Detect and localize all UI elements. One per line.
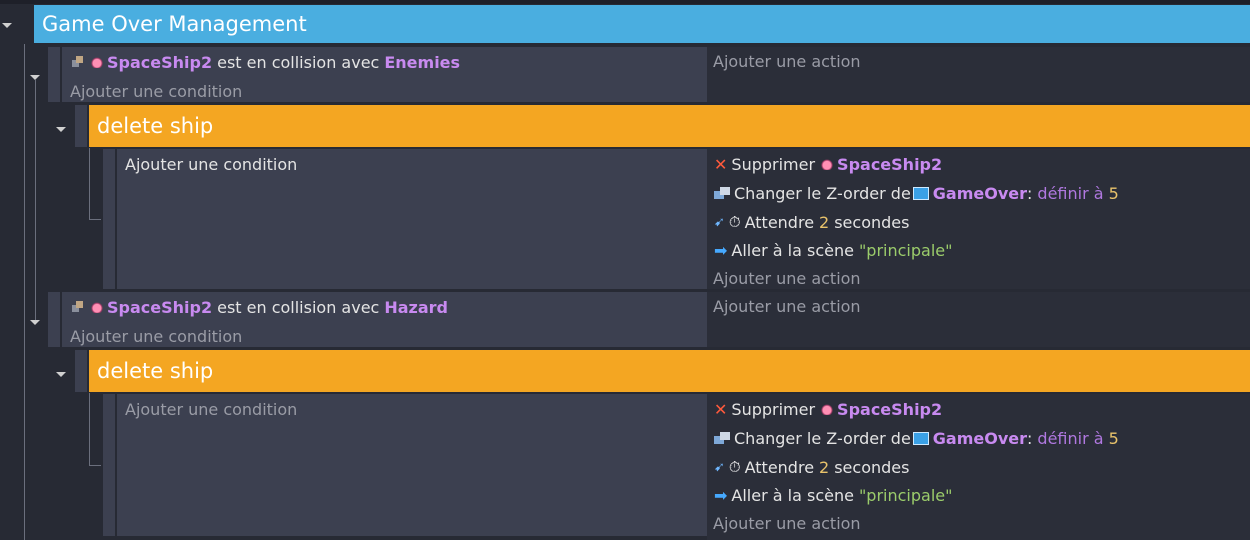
- zorder-icon: [714, 187, 730, 199]
- action-text: Changer le Z-order de: [734, 183, 911, 203]
- condition-text: est en collision avec: [217, 297, 380, 317]
- colon-text: :: [1027, 183, 1033, 203]
- add-condition-link[interactable]: Ajouter une condition: [125, 398, 297, 420]
- collapse-arrow-icon[interactable]: [2, 23, 12, 28]
- condition-collision[interactable]: SpaceShip2 est en collision avec Enemies: [72, 51, 460, 73]
- add-condition-link[interactable]: Ajouter une condition: [70, 80, 242, 102]
- action-text: Aller à la scène: [731, 485, 854, 505]
- wait-icon: ➹: [714, 459, 725, 475]
- param-value: "principale": [858, 485, 953, 505]
- target-name: Enemies: [384, 52, 461, 72]
- param-value: 5: [1108, 428, 1119, 448]
- zorder-icon: [714, 432, 730, 444]
- subevent-drag-handle[interactable]: [103, 394, 115, 536]
- condition-collision[interactable]: SpaceShip2 est en collision avec Hazard: [72, 296, 448, 318]
- spaceship-icon: [90, 301, 104, 313]
- top-strip: [0, 0, 1250, 4]
- add-condition-link[interactable]: Ajouter une condition: [125, 153, 297, 175]
- unit-text: secondes: [834, 457, 910, 477]
- subevent-drag-handle[interactable]: [75, 350, 87, 392]
- tree-guide-line: [89, 465, 101, 466]
- timer-icon: ⏱: [728, 213, 741, 231]
- add-action-link[interactable]: Ajouter une action: [713, 50, 861, 72]
- action-wait[interactable]: ➹ ⏱ Attendre 2 secondes: [714, 211, 909, 233]
- subevent-title: delete ship: [97, 359, 214, 383]
- action-text: Supprimer: [731, 154, 816, 174]
- param-value: "principale": [858, 240, 953, 260]
- unit-text: secondes: [834, 212, 910, 232]
- spaceship-icon: [820, 158, 835, 170]
- colon-text: :: [1027, 428, 1033, 448]
- add-action-link[interactable]: Ajouter une action: [713, 267, 861, 289]
- event-conditions-panel[interactable]: SpaceShip2 est en collision avec Enemies…: [62, 47, 707, 102]
- collapse-arrow-icon[interactable]: [56, 372, 66, 377]
- event-conditions-panel[interactable]: SpaceShip2 est en collision avec Hazard …: [62, 292, 707, 347]
- scene-icon: ➡: [714, 240, 728, 260]
- action-text: Attendre: [744, 212, 815, 232]
- object-name: GameOver: [932, 183, 1028, 203]
- object-name: SpaceShip2: [837, 399, 943, 419]
- collapse-arrow-icon[interactable]: [30, 75, 40, 80]
- event-drag-handle[interactable]: [48, 292, 60, 347]
- event-actions-panel[interactable]: Ajouter une action: [707, 292, 1250, 347]
- action-text: Changer le Z-order de: [734, 428, 911, 448]
- action-text: Aller à la scène: [731, 240, 854, 260]
- action-text: Attendre: [744, 457, 815, 477]
- object-name: SpaceShip2: [837, 154, 943, 174]
- param-text: définir à: [1037, 428, 1104, 448]
- event-actions-panel[interactable]: Ajouter une action: [707, 47, 1250, 102]
- target-name: Hazard: [384, 297, 448, 317]
- subevent-drag-handle[interactable]: [103, 149, 115, 289]
- tree-guide-line: [35, 80, 36, 324]
- add-condition-link[interactable]: Ajouter une condition: [70, 325, 242, 347]
- gameover-object-icon: [912, 431, 929, 445]
- action-wait[interactable]: ➹ ⏱ Attendre 2 secondes: [714, 456, 909, 478]
- tree-guide-line: [89, 393, 90, 465]
- object-name: SpaceShip2: [107, 52, 213, 72]
- param-value: 2: [819, 457, 830, 477]
- param-value: 5: [1108, 183, 1119, 203]
- collapse-arrow-icon[interactable]: [30, 320, 40, 325]
- subevent-header[interactable]: delete ship: [89, 105, 1250, 147]
- collapse-arrow-icon[interactable]: [56, 127, 66, 132]
- param-value: 2: [819, 212, 830, 232]
- subevent-conditions-panel[interactable]: Ajouter une condition: [117, 149, 707, 289]
- tree-guide-line: [89, 219, 101, 220]
- subevent-actions-panel[interactable]: ✕ Supprimer SpaceShip2 Changer le Z-orde…: [707, 149, 1250, 289]
- scene-icon: ➡: [714, 485, 728, 505]
- add-action-link[interactable]: Ajouter une action: [713, 512, 861, 534]
- timer-icon: ⏱: [728, 458, 741, 476]
- add-action-link[interactable]: Ajouter une action: [713, 295, 861, 317]
- param-text: définir à: [1037, 183, 1104, 203]
- tree-guide-line: [89, 148, 90, 220]
- object-name: GameOver: [932, 428, 1028, 448]
- gameover-object-icon: [912, 186, 929, 200]
- condition-text: est en collision avec: [217, 52, 380, 72]
- tree-guide-line: [24, 44, 25, 540]
- action-zorder[interactable]: Changer le Z-order de GameOver : définir…: [714, 427, 1119, 449]
- action-text: Supprimer: [731, 399, 816, 419]
- subevent-header[interactable]: delete ship: [89, 350, 1250, 392]
- action-zorder[interactable]: Changer le Z-order de GameOver : définir…: [714, 182, 1119, 204]
- group-title: Game Over Management: [42, 12, 307, 36]
- subevent-conditions-panel[interactable]: Ajouter une condition: [117, 394, 707, 536]
- delete-icon: ✕: [714, 399, 728, 419]
- action-scene[interactable]: ➡ Aller à la scène "principale": [714, 484, 952, 506]
- action-delete[interactable]: ✕ Supprimer SpaceShip2: [714, 398, 942, 420]
- subevent-actions-panel[interactable]: ✕ Supprimer SpaceShip2 Changer le Z-orde…: [707, 394, 1250, 540]
- action-scene[interactable]: ➡ Aller à la scène "principale": [714, 239, 952, 261]
- subevent-drag-handle[interactable]: [75, 105, 87, 147]
- spaceship-icon: [820, 403, 835, 415]
- wait-icon: ➹: [714, 214, 725, 230]
- collision-icon: [72, 56, 84, 68]
- action-delete[interactable]: ✕ Supprimer SpaceShip2: [714, 153, 942, 175]
- group-header[interactable]: Game Over Management: [34, 5, 1250, 43]
- event-drag-handle[interactable]: [48, 47, 60, 102]
- object-name: SpaceShip2: [107, 297, 213, 317]
- collision-icon: [72, 301, 84, 313]
- spaceship-icon: [90, 56, 104, 68]
- delete-icon: ✕: [714, 154, 728, 174]
- subevent-title: delete ship: [97, 114, 214, 138]
